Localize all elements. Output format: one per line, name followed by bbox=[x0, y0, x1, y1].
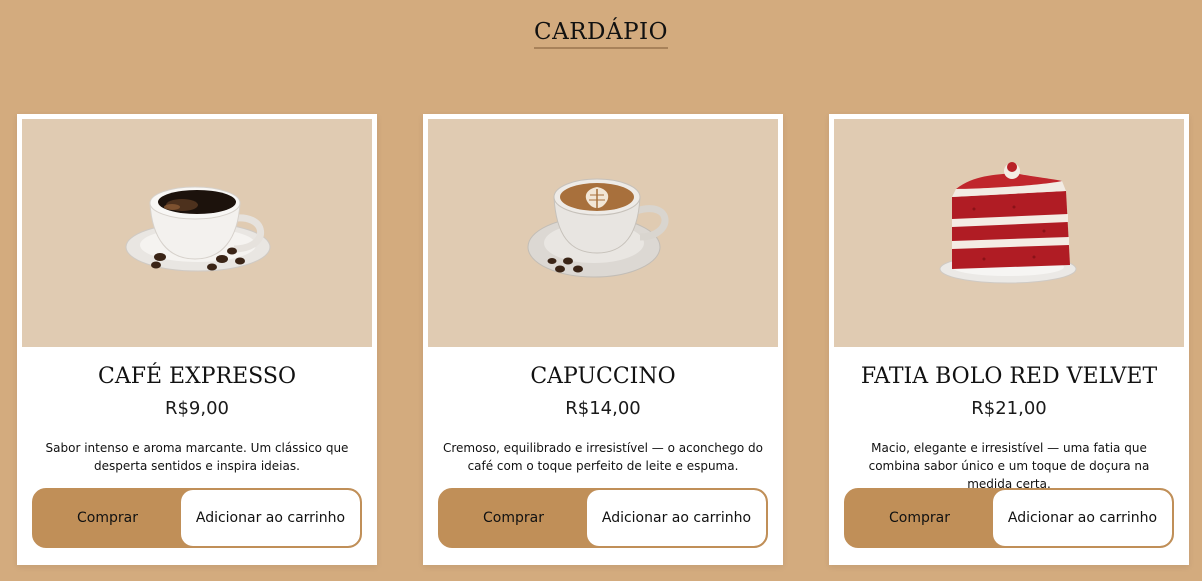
product-actions: Comprar Adicionar ao carrinho bbox=[844, 488, 1174, 548]
page-title: CARDÁPIO bbox=[534, 19, 668, 49]
product-card-espresso: CAFÉ EXPRESSO R$9,00 Sabor intenso e aro… bbox=[17, 114, 377, 565]
product-image-cappuccino bbox=[428, 119, 778, 347]
buy-button[interactable]: Comprar bbox=[440, 490, 587, 546]
product-name: CAPUCCINO bbox=[530, 364, 676, 389]
product-name: CAFÉ EXPRESSO bbox=[98, 364, 296, 389]
buy-button[interactable]: Comprar bbox=[34, 490, 181, 546]
product-description: Cremoso, equilibrado e irresistível — o … bbox=[443, 441, 763, 473]
espresso-cup-icon bbox=[125, 186, 271, 272]
product-description: Macio, elegante e irresistível — uma fat… bbox=[868, 441, 1150, 491]
product-image-espresso bbox=[22, 119, 372, 347]
page-title-wrapper: CARDÁPIO bbox=[0, 19, 1202, 49]
add-to-cart-button[interactable]: Adicionar ao carrinho bbox=[993, 490, 1172, 546]
buy-button[interactable]: Comprar bbox=[846, 490, 993, 546]
add-to-cart-button[interactable]: Adicionar ao carrinho bbox=[181, 490, 360, 546]
product-card-cappuccino: CAPUCCINO R$14,00 Cremoso, equilibrado e… bbox=[423, 114, 783, 565]
product-price: R$21,00 bbox=[971, 398, 1047, 419]
product-image-red-velvet bbox=[834, 119, 1184, 347]
red-velvet-cake-icon bbox=[939, 162, 1077, 284]
product-name: FATIA BOLO RED VELVET bbox=[860, 364, 1158, 389]
add-to-cart-button[interactable]: Adicionar ao carrinho bbox=[587, 490, 766, 546]
product-actions: Comprar Adicionar ao carrinho bbox=[438, 488, 768, 548]
product-description: Sabor intenso e aroma marcante. Um cláss… bbox=[45, 441, 349, 473]
product-price: R$9,00 bbox=[164, 398, 230, 419]
product-card-red-velvet: FATIA BOLO RED VELVET R$21,00 Macio, ele… bbox=[829, 114, 1189, 565]
cappuccino-cup-icon bbox=[527, 178, 669, 278]
product-price: R$14,00 bbox=[565, 398, 641, 419]
product-actions: Comprar Adicionar ao carrinho bbox=[32, 488, 362, 548]
